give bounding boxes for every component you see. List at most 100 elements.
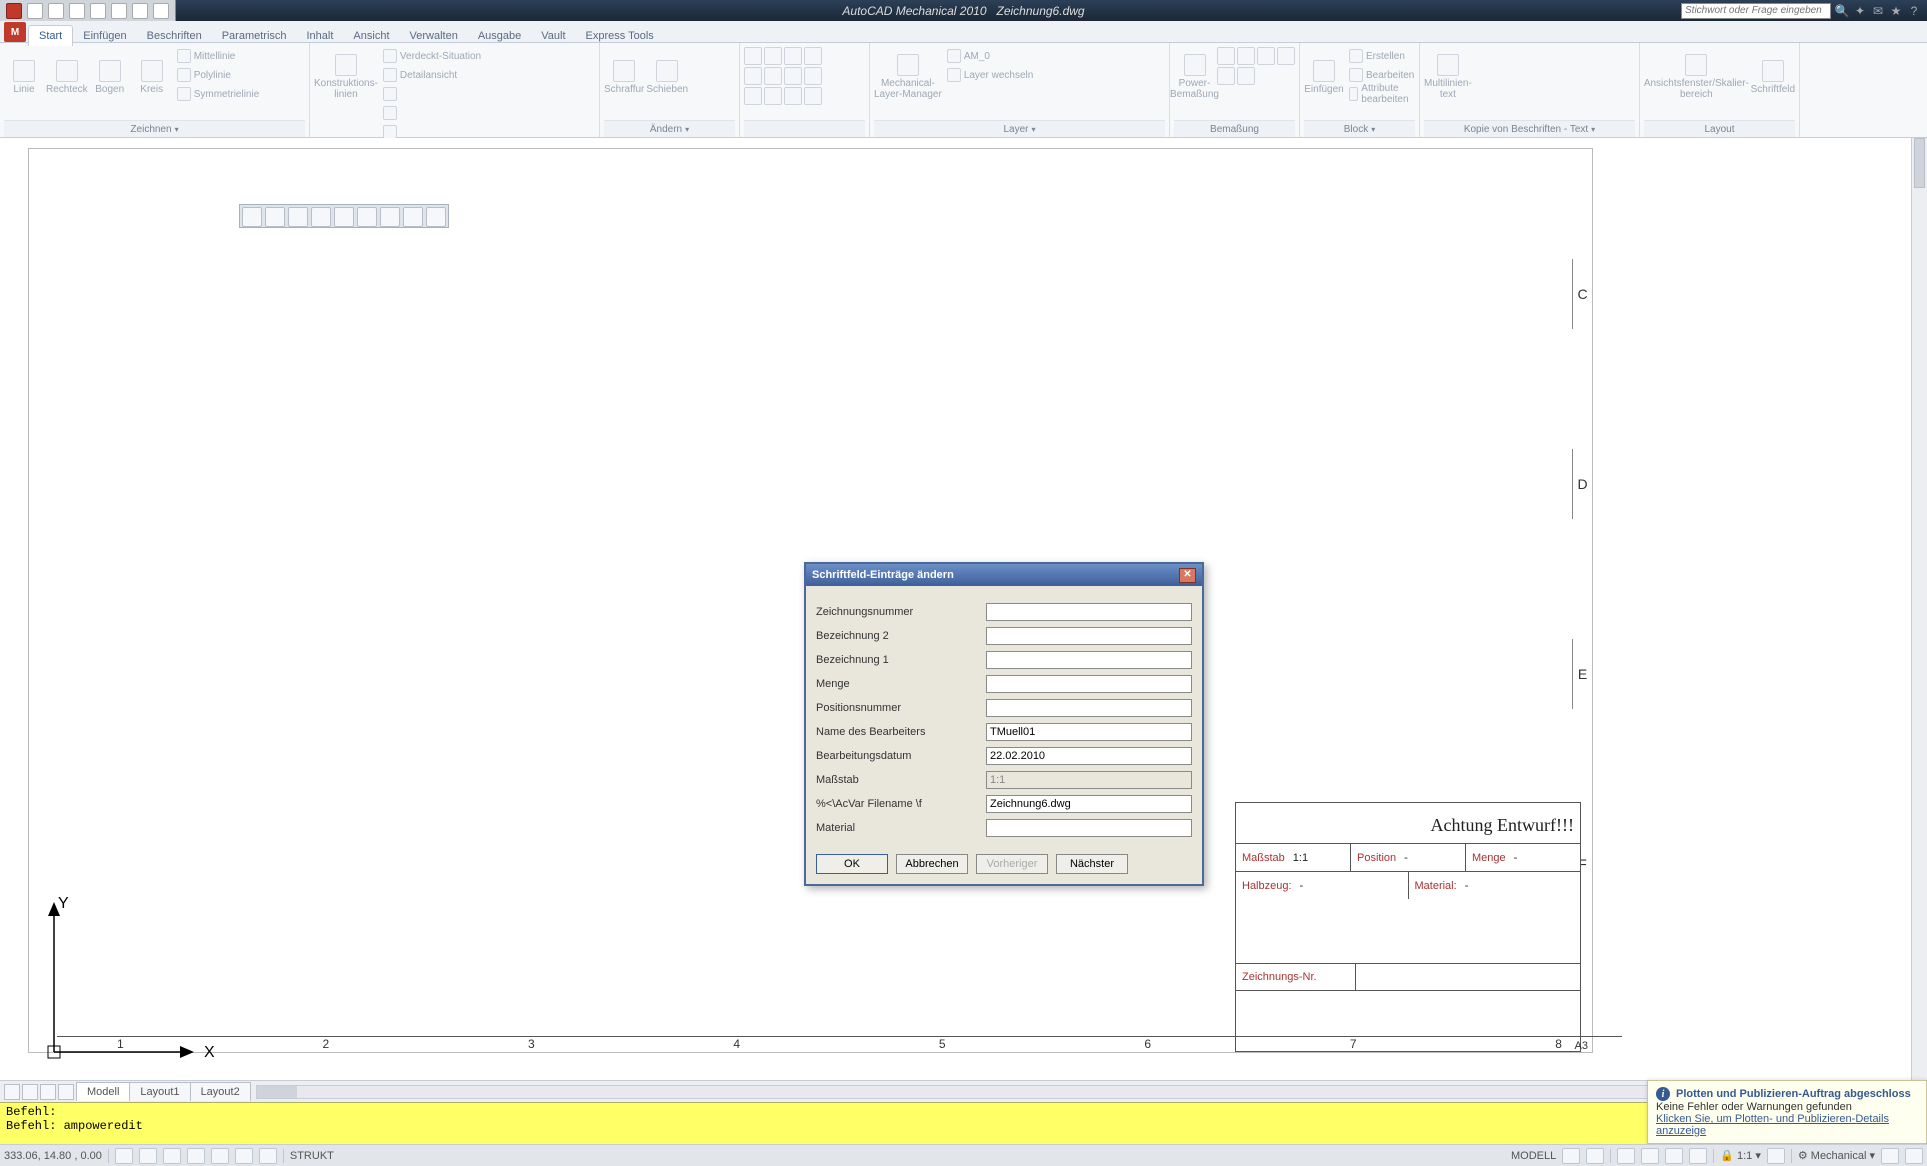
panel-title[interactable]: Zeichnen (4, 120, 305, 137)
ribbon-button[interactable]: Power- Bemaßung (1174, 47, 1215, 107)
panel-title[interactable]: Ändern (604, 120, 735, 137)
field-input[interactable] (986, 651, 1192, 669)
toolbar-lock-icon[interactable] (1881, 1148, 1899, 1164)
panel-title[interactable]: Bemaßung (1174, 120, 1295, 137)
binoculars-icon[interactable]: 🔍 (1835, 4, 1849, 18)
dyn-toggle-icon[interactable] (259, 1148, 277, 1164)
notification-link[interactable]: Klicken Sie, um Plotten- und Publizieren… (1656, 1113, 1918, 1137)
field-input[interactable] (986, 603, 1192, 621)
prev-button[interactable]: Vorheriger (976, 854, 1048, 874)
ribbon-row-button[interactable]: Erstellen (1346, 47, 1417, 65)
ribbon-grid-icon[interactable] (1257, 47, 1275, 65)
ribbon-button[interactable]: Rechteck (46, 47, 88, 107)
model-space-label[interactable]: MODELL (1511, 1150, 1556, 1162)
quickview-drawings-icon[interactable] (1586, 1148, 1604, 1164)
polar-toggle-icon[interactable] (187, 1148, 205, 1164)
panel-title[interactable]: Layout (1644, 120, 1795, 137)
ribbon-row-button[interactable]: Polylinie (174, 66, 263, 84)
tab-nav-first-icon[interactable] (4, 1084, 20, 1100)
ribbon-grid-icon[interactable] (764, 67, 782, 85)
sheet-tab-layout2[interactable]: Layout2 (190, 1082, 251, 1101)
float-tool-icon[interactable] (357, 207, 377, 227)
float-tool-icon[interactable] (265, 207, 285, 227)
osnap-toggle-icon[interactable] (211, 1148, 229, 1164)
qat-undo-icon[interactable] (90, 3, 106, 19)
vertical-scrollbar[interactable] (1911, 138, 1927, 1080)
ribbon-button[interactable]: Kreis (132, 47, 172, 107)
ribbon-grid-icon[interactable] (1277, 47, 1295, 65)
ribbon-grid-icon[interactable] (784, 67, 802, 85)
zoom-icon[interactable] (1641, 1148, 1659, 1164)
snap-toggle-icon[interactable] (115, 1148, 133, 1164)
sheet-tab-layout1[interactable]: Layout1 (129, 1082, 190, 1101)
struct-mode[interactable]: STRUKT (290, 1150, 334, 1162)
steering-wheel-icon[interactable] (1665, 1148, 1683, 1164)
ribbon-grid-icon[interactable] (744, 87, 762, 105)
ribbon-row-button[interactable]: Symmetrielinie (174, 85, 263, 103)
cancel-button[interactable]: Abbrechen (896, 854, 968, 874)
showmotion-icon[interactable] (1689, 1148, 1707, 1164)
field-input[interactable] (986, 747, 1192, 765)
qat-new-icon[interactable] (27, 3, 43, 19)
ribbon-grid-icon[interactable] (784, 87, 802, 105)
qat-redo-icon[interactable] (111, 3, 127, 19)
tab-nav-next-icon[interactable] (40, 1084, 56, 1100)
float-tool-icon[interactable] (311, 207, 331, 227)
ribbon-button[interactable]: Linie (4, 47, 44, 107)
float-tool-icon[interactable] (380, 207, 400, 227)
field-input[interactable] (986, 675, 1192, 693)
ribbon-row-button[interactable]: Verdeckt-Situation (380, 47, 484, 65)
ribbon-row-button[interactable] (380, 104, 484, 122)
quickview-layouts-icon[interactable] (1562, 1148, 1580, 1164)
tab-nav-last-icon[interactable] (58, 1084, 74, 1100)
float-tool-icon[interactable] (426, 207, 446, 227)
field-input[interactable] (986, 723, 1192, 741)
ribbon-row-button[interactable] (380, 85, 484, 103)
ribbon-button[interactable]: Schraffur (604, 47, 644, 107)
panel-title[interactable] (744, 120, 865, 137)
close-icon[interactable]: ✕ (1179, 568, 1196, 583)
ribbon-row-button[interactable]: Layer wechseln (944, 66, 1036, 84)
sheet-tab-modell[interactable]: Modell (76, 1082, 130, 1101)
annotation-visibility-icon[interactable] (1767, 1148, 1785, 1164)
float-tool-icon[interactable] (403, 207, 423, 227)
comm-center-icon[interactable]: ✉ (1871, 4, 1885, 18)
field-input[interactable] (986, 627, 1192, 645)
ribbon-grid-icon[interactable] (744, 67, 762, 85)
ribbon-row-button[interactable]: Detailansicht (380, 66, 484, 84)
grid-toggle-icon[interactable] (139, 1148, 157, 1164)
panel-title[interactable]: Kopie von Beschriften - Text (1424, 120, 1635, 137)
ribbon-grid-icon[interactable] (764, 47, 782, 65)
field-input[interactable] (986, 699, 1192, 717)
ribbon-button[interactable]: Mechanical- Layer-Manager (874, 47, 942, 107)
float-tool-icon[interactable] (288, 207, 308, 227)
ribbon-grid-icon[interactable] (1217, 67, 1235, 85)
tab-nav-prev-icon[interactable] (22, 1084, 38, 1100)
ribbon-grid-icon[interactable] (804, 87, 822, 105)
ribbon-button[interactable]: Bogen (90, 47, 130, 107)
command-line[interactable]: Befehl: Befehl: ampoweredit (0, 1102, 1927, 1144)
ortho-toggle-icon[interactable] (163, 1148, 181, 1164)
ribbon-grid-icon[interactable] (804, 47, 822, 65)
qat-save-icon[interactable] (69, 3, 85, 19)
ribbon-button[interactable]: Ansichtsfenster/Skalier- bereich (1644, 47, 1749, 107)
next-button[interactable]: Nächster (1056, 854, 1128, 874)
float-tool-icon[interactable] (242, 207, 262, 227)
help-icon[interactable]: ? (1907, 4, 1921, 18)
favorites-icon[interactable]: ★ (1889, 4, 1903, 18)
pan-icon[interactable] (1617, 1148, 1635, 1164)
ribbon-row-button[interactable]: Bearbeiten (1346, 66, 1417, 84)
ribbon-button[interactable]: Multilinien- text (1424, 47, 1472, 107)
ribbon-grid-icon[interactable] (1237, 67, 1255, 85)
qat-print-icon[interactable] (132, 3, 148, 19)
plot-notification[interactable]: iPlotten und Publizieren-Auftrag abgesch… (1647, 1080, 1927, 1144)
ribbon-row-button[interactable]: Mittellinie (174, 47, 263, 65)
ribbon-row-button[interactable]: AM_0 (944, 47, 1036, 65)
otrack-toggle-icon[interactable] (235, 1148, 253, 1164)
help-search-input[interactable] (1681, 3, 1831, 19)
float-tool-icon[interactable] (334, 207, 354, 227)
annotation-scale[interactable]: 🔒 1:1 ▾ (1720, 1149, 1761, 1162)
app-badge-icon[interactable]: M (4, 22, 26, 42)
clean-screen-icon[interactable] (1905, 1148, 1923, 1164)
ribbon-row-button[interactable]: Attribute bearbeiten (1346, 85, 1417, 103)
